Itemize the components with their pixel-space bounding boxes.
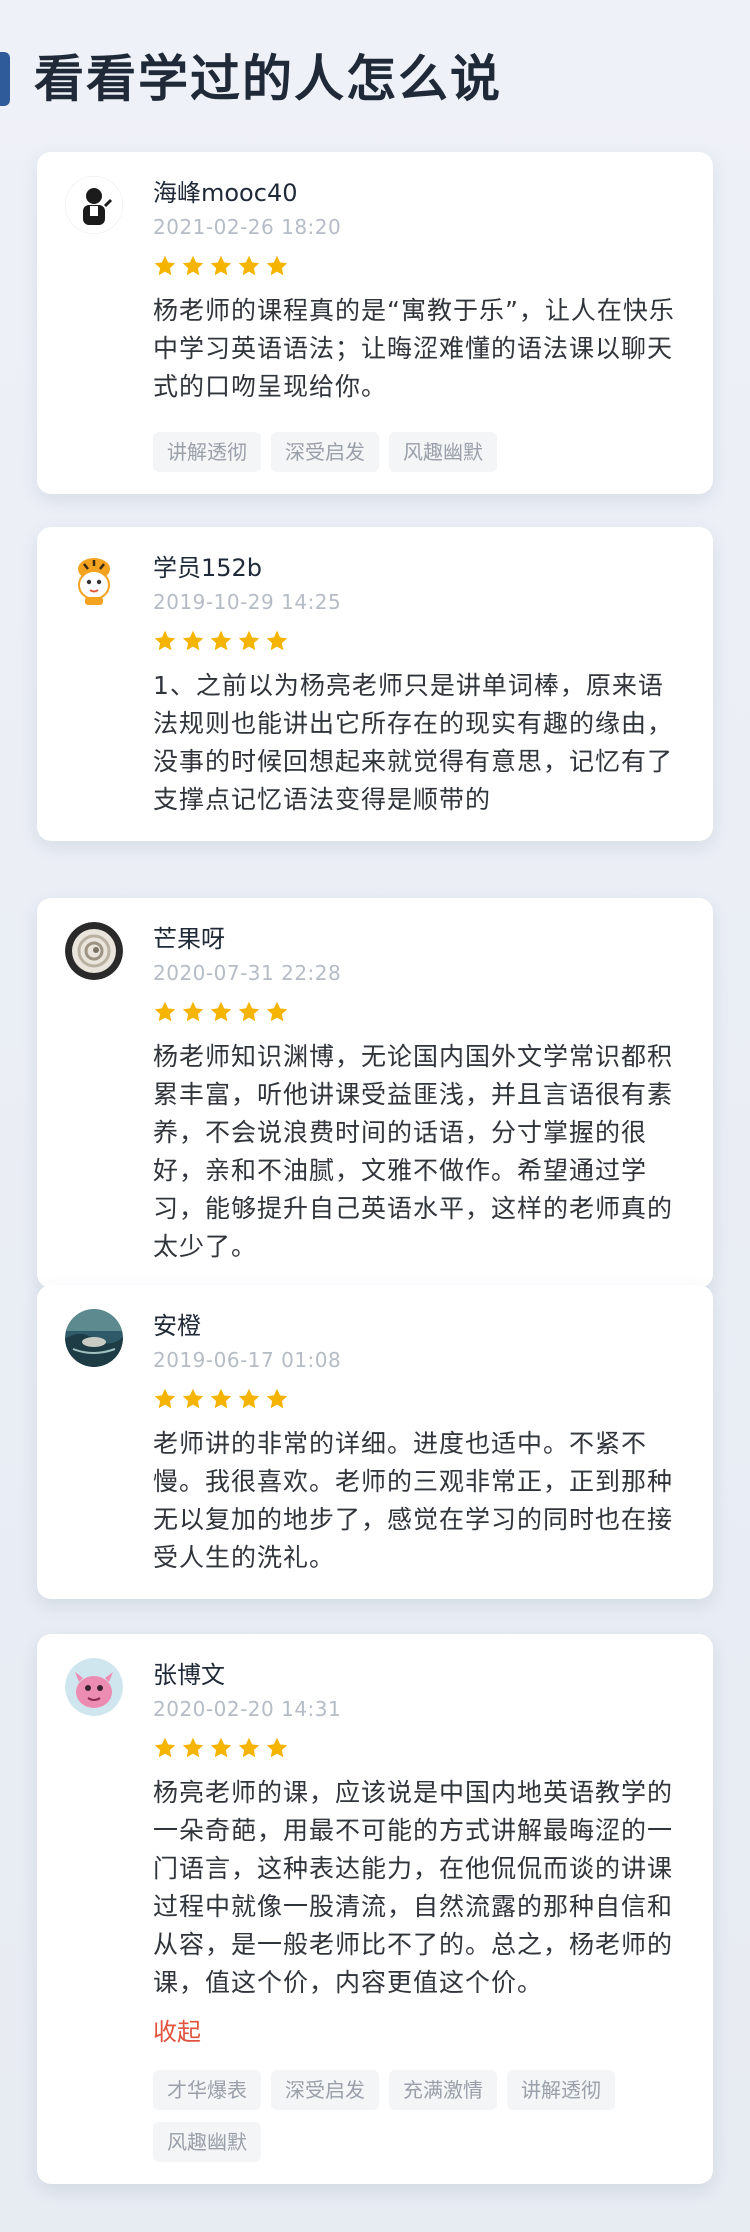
star-icon — [238, 630, 260, 651]
review-time: 2019-10-29 14:25 — [153, 590, 342, 614]
star-icon — [238, 1388, 260, 1409]
star-icon — [210, 630, 232, 651]
user-name: 海峰mooc40 — [153, 179, 298, 207]
review-time: 2021-02-26 18:20 — [153, 215, 342, 239]
user-name: 学员152b — [153, 554, 263, 582]
star-icon — [154, 1001, 176, 1022]
user-name: 安橙 — [153, 1312, 201, 1340]
review-time: 2020-02-20 14:31 — [153, 1697, 342, 1721]
review-tag[interactable]: 深受启发 — [271, 432, 379, 472]
star-icon — [238, 1001, 260, 1022]
review-card: 学员152b 2019-10-29 14:25 1、之前以为杨亮老师只是讲单词棒… — [37, 527, 713, 841]
star-rating — [153, 629, 685, 653]
review-tag[interactable]: 风趣幽默 — [389, 432, 497, 472]
star-rating — [153, 254, 685, 278]
review-tags: 才华爆表 深受启发 充满激情 讲解透彻 风趣幽默 — [153, 2070, 685, 2162]
user-name: 芒果呀 — [153, 925, 225, 953]
review-content: 1、之前以为杨亮老师只是讲单词棒，原来语法规则也能讲出它所存在的现实有趣的缘由，… — [153, 671, 674, 814]
section-header: 看看学过的人怎么说 — [0, 44, 750, 114]
review-card: 芒果呀 2020-07-31 22:28 杨老师知识渊博，无论国内国外文学常识都… — [37, 898, 713, 1288]
star-icon — [182, 1737, 204, 1758]
star-icon — [266, 630, 288, 651]
star-icon — [210, 1001, 232, 1022]
star-icon — [266, 1388, 288, 1409]
star-icon — [210, 1737, 232, 1758]
tiger-mascot-avatar-icon[interactable] — [65, 551, 123, 609]
review-time: 2020-07-31 22:28 — [153, 961, 342, 985]
review-tag[interactable]: 充满激情 — [389, 2070, 497, 2110]
star-icon — [182, 1388, 204, 1409]
star-icon — [210, 1388, 232, 1409]
review-tag[interactable]: 讲解透彻 — [507, 2070, 615, 2110]
star-icon — [238, 255, 260, 276]
review-content: 杨老师的课程真的是“寓教于乐”，让人在快乐中学习英语语法；让晦涩难懂的语法课以聊… — [153, 296, 675, 401]
star-icon — [266, 1737, 288, 1758]
landscape-photo-avatar-icon[interactable] — [65, 1309, 123, 1367]
review-tags: 讲解透彻 深受启发 风趣幽默 — [153, 432, 685, 472]
review-time: 2019-06-17 01:08 — [153, 1348, 342, 1372]
star-icon — [238, 1737, 260, 1758]
star-icon — [210, 255, 232, 276]
review-tag[interactable]: 讲解透彻 — [153, 432, 261, 472]
section-title: 看看学过的人怎么说 — [34, 50, 502, 108]
shell-photo-avatar-icon[interactable] — [65, 922, 123, 980]
reviews-page: 看看学过的人怎么说 海峰mooc40 2021-02-26 18:20 杨老师的… — [0, 0, 750, 2232]
review-tag[interactable]: 才华爆表 — [153, 2070, 261, 2110]
review-content: 杨亮老师的课，应该说是中国内地英语教学的一朵奇葩，用最不可能的方式讲解最晦涩的一… — [153, 1778, 674, 1997]
cartoon-person-avatar-icon[interactable] — [65, 176, 123, 234]
review-card: 张博文 2020-02-20 14:31 杨亮老师的课，应该说是中国内地英语教学… — [37, 1634, 713, 2184]
review-tag[interactable]: 风趣幽默 — [153, 2122, 261, 2162]
star-icon — [154, 255, 176, 276]
star-icon — [266, 255, 288, 276]
accent-bar — [0, 52, 10, 106]
star-icon — [182, 630, 204, 651]
user-name: 张博文 — [153, 1661, 225, 1689]
review-card: 安橙 2019-06-17 01:08 老师讲的非常的详细。进度也适中。不紧不慢… — [37, 1285, 713, 1599]
collapse-button[interactable]: 收起 — [153, 2016, 685, 2048]
pink-monster-avatar-icon[interactable] — [65, 1658, 123, 1716]
review-card: 海峰mooc40 2021-02-26 18:20 杨老师的课程真的是“寓教于乐… — [37, 152, 713, 494]
review-content: 老师讲的非常的详细。进度也适中。不紧不慢。我很喜欢。老师的三观非常正，正到那种无… — [153, 1429, 674, 1572]
star-icon — [182, 1001, 204, 1022]
star-icon — [154, 1388, 176, 1409]
review-tag[interactable]: 深受启发 — [271, 2070, 379, 2110]
star-icon — [266, 1001, 288, 1022]
review-content: 杨老师知识渊博，无论国内国外文学常识都积累丰富，听他讲课受益匪浅，并且言语很有素… — [153, 1042, 674, 1261]
star-icon — [182, 255, 204, 276]
star-rating — [153, 1000, 685, 1024]
star-rating — [153, 1387, 685, 1411]
star-icon — [154, 1737, 176, 1758]
star-icon — [154, 630, 176, 651]
star-rating — [153, 1736, 685, 1760]
